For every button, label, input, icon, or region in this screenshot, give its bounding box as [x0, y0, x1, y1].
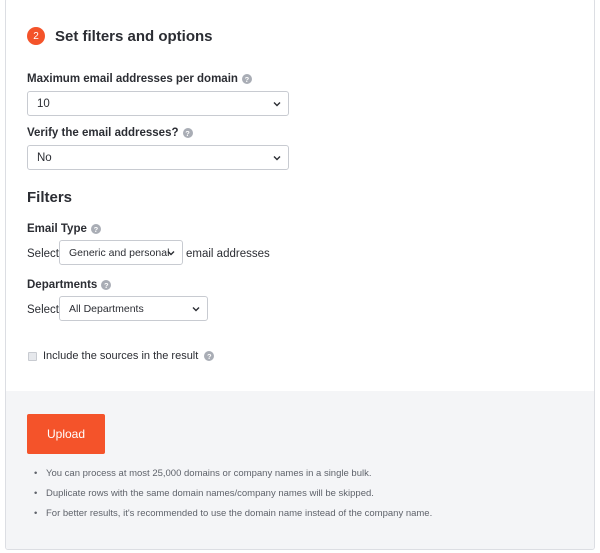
list-item: For better results, it's recommended to …: [34, 509, 432, 519]
help-icon[interactable]: ?: [204, 351, 215, 361]
departments-select[interactable]: All Departments: [59, 296, 208, 321]
help-icon[interactable]: ?: [241, 74, 252, 84]
verify-label-text: Verify the email addresses?: [27, 127, 179, 139]
departments-prefix: Select: [27, 304, 59, 316]
include-sources-label: Include the sources in the result ?: [43, 350, 215, 362]
filters-options-card: 2 Set filters and options Maximum email …: [5, 0, 595, 550]
chevron-down-icon: [192, 307, 200, 312]
chevron-down-icon: [273, 102, 281, 107]
list-item: You can process at most 25,000 domains o…: [34, 469, 432, 479]
step-number-badge: 2: [27, 27, 45, 45]
help-icon[interactable]: ?: [90, 224, 101, 234]
upload-footer: Upload You can process at most 25,000 do…: [6, 391, 594, 549]
help-icon[interactable]: ?: [182, 128, 193, 138]
verify-value: No: [37, 151, 52, 164]
include-sources-label-text: Include the sources in the result: [43, 350, 199, 362]
section-header: 2 Set filters and options: [27, 27, 213, 45]
chevron-down-icon: [273, 156, 281, 161]
help-icon[interactable]: ?: [101, 280, 112, 290]
section-title: Set filters and options: [55, 27, 213, 45]
include-sources-checkbox[interactable]: [28, 352, 37, 361]
upload-button[interactable]: Upload: [27, 414, 105, 454]
max-emails-value: 10: [37, 97, 50, 110]
email-type-select[interactable]: Generic and personal: [59, 240, 183, 265]
max-emails-label: Maximum email addresses per domain ?: [27, 73, 252, 85]
departments-label: Departments ?: [27, 279, 112, 291]
email-type-value: Generic and personal: [69, 246, 170, 259]
list-item: Duplicate rows with the same domain name…: [34, 489, 432, 499]
notes-list: You can process at most 25,000 domains o…: [34, 469, 432, 529]
email-type-prefix: Select: [27, 248, 59, 260]
verify-select[interactable]: No: [27, 145, 289, 170]
chevron-down-icon: [167, 251, 175, 256]
max-emails-select[interactable]: 10: [27, 91, 289, 116]
max-emails-label-text: Maximum email addresses per domain: [27, 73, 238, 85]
email-type-suffix: email addresses: [186, 248, 270, 260]
email-type-label: Email Type ?: [27, 223, 101, 235]
verify-label: Verify the email addresses? ?: [27, 127, 193, 139]
email-type-label-text: Email Type: [27, 223, 87, 235]
filters-heading: Filters: [27, 189, 73, 206]
departments-value: All Departments: [69, 302, 144, 315]
departments-label-text: Departments: [27, 279, 98, 291]
